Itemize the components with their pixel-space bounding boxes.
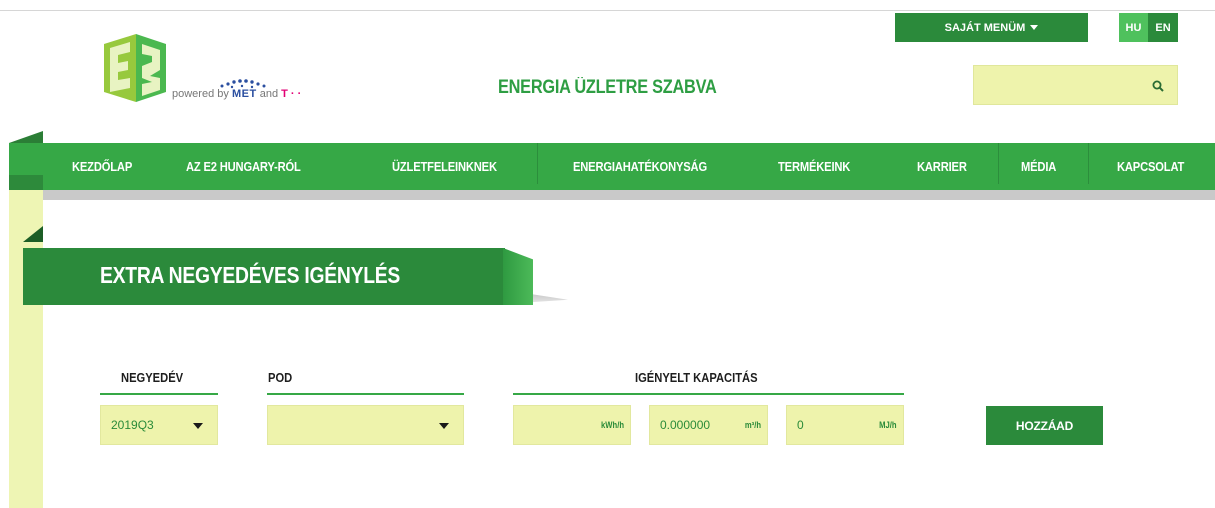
caret-down-icon <box>193 423 203 429</box>
brand-slogan: ENERGIA ÜZLETRE SZABVA <box>498 77 717 98</box>
my-menu-button[interactable]: SAJÁT MENÜM <box>895 13 1088 42</box>
nav-item-media[interactable]: MÉDIA <box>1021 143 1056 190</box>
nav-shadow <box>43 190 1215 200</box>
capacity-mj-input[interactable]: 0 MJ/h <box>786 405 904 445</box>
nav-shade-decor <box>9 175 43 190</box>
left-decor-strip <box>9 175 43 508</box>
top-border <box>0 10 1215 11</box>
search-box <box>973 65 1178 105</box>
pod-column-label: POD <box>268 370 293 385</box>
nav-item-career[interactable]: KARRIER <box>917 143 967 190</box>
capacity-mj-value: 0 <box>797 418 804 432</box>
capacity-m3-value: 0.000000 <box>660 418 711 432</box>
e2-logo[interactable] <box>100 30 170 106</box>
nav-fold-decor <box>9 131 43 143</box>
caret-down-icon <box>439 423 449 429</box>
nav-separator <box>537 143 538 184</box>
telekom-logo-text: T · · <box>281 88 302 100</box>
capacity-column-label: IGÉNYELT KAPACITÁS <box>635 370 758 385</box>
capacity-kwh-unit: kWh/h <box>601 420 624 430</box>
search-input[interactable] <box>974 66 1144 104</box>
search-icon[interactable] <box>1152 80 1164 92</box>
nav-item-about[interactable]: AZ E2 HUNGARY-RÓL <box>186 143 301 190</box>
quarter-select-value: 2019Q3 <box>111 418 154 432</box>
capacity-m3-unit: m³/h <box>744 420 761 430</box>
nav-item-energy-efficiency[interactable]: ENERGIAHATÉKONYSÁG <box>573 143 707 190</box>
quarter-column-underline <box>100 393 218 395</box>
nav-item-home[interactable]: KEZDŐLAP <box>72 143 132 190</box>
lang-en-button[interactable]: EN <box>1148 13 1178 42</box>
title-banner-tail <box>503 248 533 305</box>
quarter-select[interactable]: 2019Q3 <box>100 405 218 445</box>
met-logo-text: MET <box>231 88 257 100</box>
pod-column-underline <box>267 393 464 395</box>
page-title: EXTRA NEGYEDÉVES IGÉNYLÉS <box>100 262 401 288</box>
nav-item-products[interactable]: TERMÉKEINK <box>778 143 850 190</box>
nav-separator <box>998 143 999 184</box>
pod-select[interactable] <box>267 405 464 445</box>
nav-separator <box>1088 143 1089 184</box>
my-menu-label: SAJÁT MENÜM <box>944 21 1026 34</box>
capacity-column-underline <box>513 393 904 395</box>
capacity-m3-input[interactable]: 0.000000 m³/h <box>649 405 768 445</box>
powered-prefix: powered by <box>172 88 229 100</box>
caret-down-icon <box>1030 25 1039 30</box>
nav-item-partners[interactable]: ÜZLETFELEINKNEK <box>392 143 497 190</box>
capacity-mj-unit: MJ/h <box>879 420 897 430</box>
lang-hu-button[interactable]: HU <box>1119 13 1148 42</box>
capacity-kwh-input[interactable]: kWh/h <box>513 405 631 445</box>
powered-by-text: powered by MET and T · · <box>172 88 301 100</box>
nav-item-contact[interactable]: KAPCSOLAT <box>1117 143 1184 190</box>
left-decor-triangle <box>23 226 43 242</box>
add-button[interactable]: HOZZÁAD <box>986 406 1103 445</box>
quarter-column-label: NEGYEDÉV <box>121 370 184 385</box>
powered-and: and <box>259 88 279 100</box>
